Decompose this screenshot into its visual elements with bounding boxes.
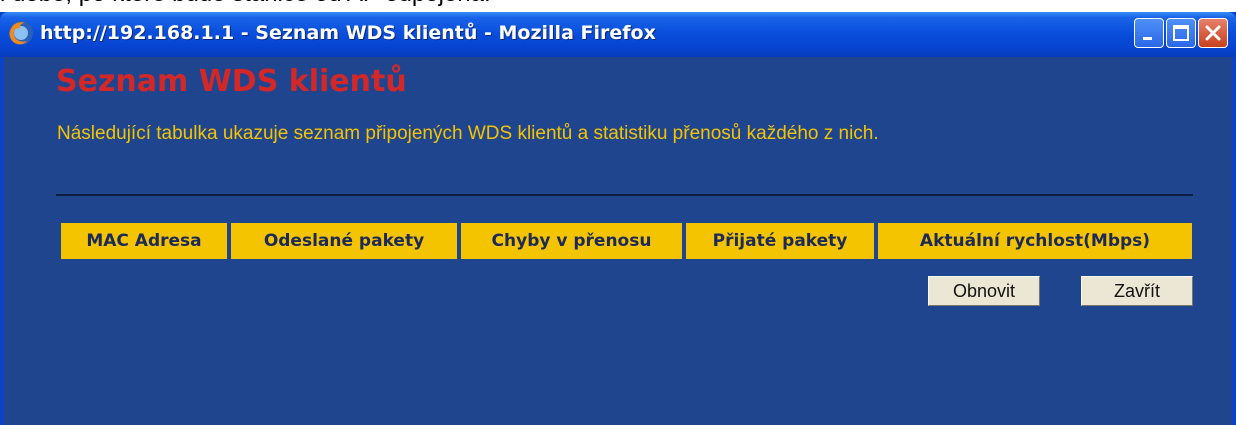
column-header-mac: MAC Adresa bbox=[61, 223, 227, 259]
minimize-icon bbox=[1143, 37, 1152, 40]
page-title: Seznam WDS klientů bbox=[56, 64, 407, 99]
column-header-received: Přijaté pakety bbox=[686, 223, 874, 259]
maximize-icon bbox=[1173, 25, 1189, 41]
refresh-button[interactable]: Obnovit bbox=[928, 276, 1040, 306]
title-bar[interactable]: http://192.168.1.1 - Seznam WDS klientů … bbox=[0, 12, 1236, 57]
close-icon bbox=[1205, 25, 1221, 41]
column-header-errors: Chyby v přenosu bbox=[461, 223, 682, 259]
column-header-sent: Odeslané pakety bbox=[231, 223, 457, 259]
maximize-button[interactable] bbox=[1166, 18, 1196, 48]
window-title: http://192.168.1.1 - Seznam WDS klientů … bbox=[40, 22, 656, 44]
background-page-text: l době, po které bude stanice od AP odpo… bbox=[0, 0, 491, 8]
divider bbox=[56, 194, 1193, 196]
minimize-button[interactable] bbox=[1134, 18, 1164, 48]
page-description: Následující tabulka ukazuje seznam připo… bbox=[57, 123, 879, 144]
close-button[interactable]: Zavřít bbox=[1081, 276, 1193, 306]
close-window-button[interactable] bbox=[1198, 18, 1228, 48]
firefox-icon bbox=[8, 20, 34, 46]
column-header-rate: Aktuální rychlost(Mbps) bbox=[878, 223, 1192, 259]
